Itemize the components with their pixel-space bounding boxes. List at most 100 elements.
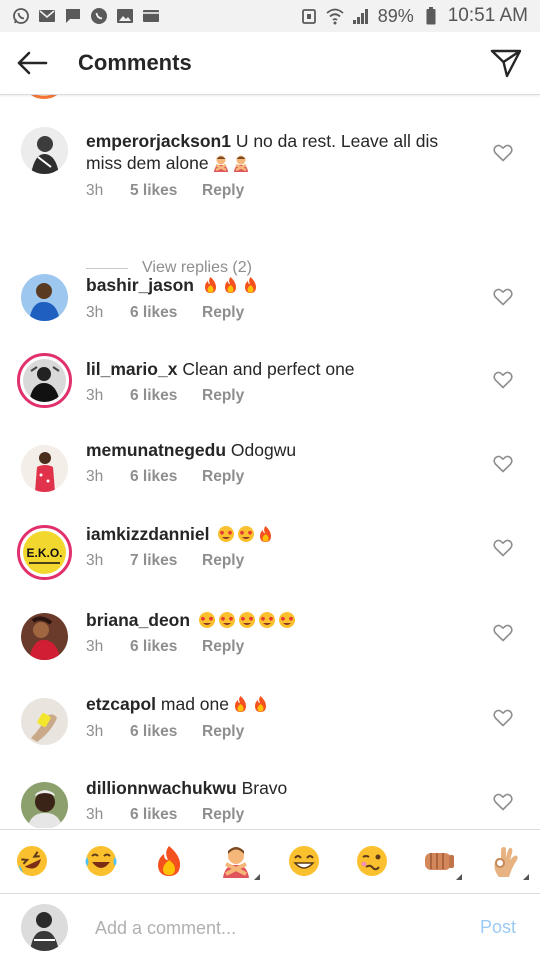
comment-time: 3h [86, 468, 104, 485]
share-button[interactable] [476, 32, 536, 95]
emoji-quick-bar [0, 829, 540, 893]
reply-button[interactable]: Reply [202, 182, 244, 200]
reply-button[interactable]: Reply [202, 638, 244, 656]
avatar[interactable] [21, 127, 68, 174]
alarm-icon [300, 7, 318, 25]
ok-hand-icon [494, 847, 518, 877]
avatar[interactable] [21, 445, 68, 492]
grinning-smiling-eyes-emoji-button[interactable] [287, 844, 321, 878]
likes-count[interactable]: 6 likes [130, 806, 202, 824]
comment-body: Odogwu [230, 440, 297, 460]
comment-text: dillionnwachukwu Bravo [86, 777, 466, 799]
notification-icons [12, 7, 160, 25]
likes-count[interactable]: 6 likes [130, 468, 202, 486]
heart-icon[interactable] [493, 539, 513, 557]
heart-eyes-icon [237, 525, 255, 543]
reply-button[interactable]: Reply [202, 387, 244, 405]
comment-text: bashir_jason [86, 274, 466, 296]
comment-text: memunatnegedu Odogwu [86, 439, 466, 461]
likes-count[interactable]: 6 likes [130, 387, 202, 405]
app-header: Comments [0, 32, 540, 95]
comment-username[interactable]: lil_mario_x [86, 359, 177, 379]
image-icon [116, 7, 134, 25]
comment-meta: 3h 6 likes Reply [86, 387, 244, 405]
heart-eyes-icon [198, 611, 215, 629]
signal-icon [352, 7, 370, 25]
avatar[interactable] [21, 613, 68, 660]
comment-meta: 3h 7 likes Reply [86, 552, 244, 570]
comment-text: emperorjackson1 U no da rest. Leave all … [86, 130, 466, 174]
rolling-laughing-emoji-button[interactable] [15, 844, 49, 878]
comment-time: 3h [86, 552, 104, 569]
comment-input[interactable] [95, 916, 435, 940]
system-status: 89% 10:51 AM [300, 5, 528, 27]
fire-icon [257, 525, 274, 543]
reply-button[interactable]: Reply [202, 468, 244, 486]
avatar[interactable] [21, 782, 68, 828]
ok-hand-emoji-button[interactable] [489, 844, 529, 880]
current-user-avatar [21, 904, 68, 951]
avatar[interactable] [21, 698, 68, 745]
comment-username[interactable]: etzcapol [86, 694, 156, 714]
heart-eyes-icon [278, 611, 295, 629]
reply-button[interactable]: Reply [202, 806, 244, 824]
heart-icon[interactable] [493, 624, 513, 642]
divider [86, 267, 128, 269]
comment-username[interactable]: bashir_jason [86, 275, 194, 295]
comment-username[interactable]: briana_deon [86, 610, 190, 630]
avatar[interactable] [17, 353, 72, 408]
heart-icon[interactable] [493, 288, 513, 306]
fist-bump-emoji-button[interactable] [422, 844, 462, 880]
comment-username[interactable]: emperorjackson1 [86, 131, 231, 151]
comment-text: lil_mario_x Clean and perfect one [86, 358, 466, 380]
likes-count[interactable]: 6 likes [130, 304, 202, 322]
comment-body: Clean and perfect one [182, 359, 355, 379]
comment-meta: 3h 6 likes Reply [86, 806, 244, 824]
comment-username[interactable]: memunatnegedu [86, 440, 226, 460]
heart-icon[interactable] [493, 371, 513, 389]
comment-meta: 3h 5 likes Reply [86, 182, 244, 200]
comment-time: 3h [86, 387, 104, 404]
fist-bump-icon [425, 853, 454, 870]
fire-emoji-button[interactable] [152, 844, 186, 878]
comments-list[interactable]: emperorjackson1 U no da rest. Leave all … [0, 95, 540, 828]
reply-button[interactable]: Reply [202, 723, 244, 741]
rolling-laughing-icon [17, 846, 47, 876]
heart-icon[interactable] [493, 709, 513, 727]
comment-time: 3h [86, 182, 104, 199]
likes-count[interactable]: 5 likes [130, 182, 202, 200]
tears-of-joy-emoji-button[interactable] [84, 844, 118, 878]
heart-icon[interactable] [493, 455, 513, 473]
heart-eyes-icon [238, 611, 255, 629]
reply-button[interactable]: Reply [202, 552, 244, 570]
heart-icon[interactable] [493, 793, 513, 811]
heart-eyes-icon [217, 525, 235, 543]
likes-count[interactable]: 7 likes [130, 552, 202, 570]
fire-icon [242, 276, 259, 294]
clock: 10:51 AM [447, 5, 528, 26]
battery-percent: 89% [377, 5, 414, 26]
wifi-icon [326, 7, 344, 25]
comment-meta: 3h 6 likes Reply [86, 304, 244, 322]
comment-body: mad one [160, 694, 230, 714]
comment-username[interactable]: dillionnwachukwu [86, 778, 237, 798]
comment-time: 3h [86, 638, 104, 655]
back-button[interactable] [0, 32, 64, 95]
woozy-face-emoji-button[interactable] [355, 844, 389, 878]
avatar[interactable] [21, 274, 68, 321]
person-gesturing-no-emoji-button[interactable] [219, 844, 260, 880]
avatar[interactable]: E.K.O. [17, 525, 72, 580]
page-title: Comments [78, 50, 192, 75]
mail-icon [38, 7, 56, 25]
likes-count[interactable]: 6 likes [130, 638, 202, 656]
avatar[interactable] [21, 95, 67, 99]
heart-eyes-icon [218, 611, 235, 629]
post-button[interactable]: Post [480, 917, 516, 938]
comment-time: 3h [86, 806, 104, 823]
heart-icon[interactable] [493, 144, 513, 162]
likes-count[interactable]: 6 likes [130, 723, 202, 741]
comment-username[interactable]: iamkizzdanniel [86, 524, 210, 544]
skin-tone-indicator [254, 874, 260, 880]
reply-button[interactable]: Reply [202, 304, 244, 322]
comment-composer: Post [0, 893, 540, 960]
